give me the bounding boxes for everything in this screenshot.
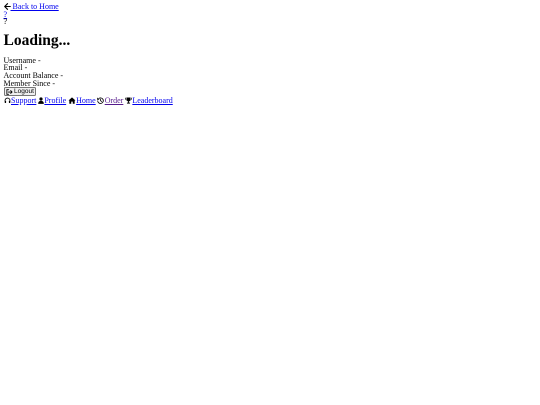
nav-item-home[interactable]: Home: [68, 97, 96, 105]
account-balance-value: -: [60, 71, 64, 81]
user-icon: [38, 97, 44, 105]
back-row: Back to Home: [3, 2, 540, 11]
logout-label: Logout: [14, 88, 34, 96]
headset-icon: [4, 97, 11, 104]
history-icon: [97, 97, 104, 105]
email-field: Email -: [4, 64, 540, 72]
nav-item-support-label: Support: [11, 96, 37, 106]
nav-item-home-label: Home: [76, 96, 96, 106]
logout-icon: [6, 89, 13, 95]
logout-button[interactable]: Logout: [3, 87, 37, 97]
back-to-home-label: Back to Home: [12, 2, 59, 11]
page-title: Loading...: [3, 32, 71, 50]
nav-item-leaderboard-label: Leaderboard: [132, 96, 173, 106]
avatar-fallback-text: ?: [3, 17, 8, 27]
trophy-icon: [125, 97, 132, 105]
profile-details: Username - Email - Account Balance - Mem…: [3, 55, 540, 88]
avatar: ?: [4, 10, 540, 19]
back-to-home-link[interactable]: Back to Home: [3, 2, 59, 11]
member-since-label: Member Since: [3, 78, 51, 88]
account-balance-field: Account Balance -: [4, 72, 540, 80]
nav-item-leaderboard[interactable]: Leaderboard: [125, 97, 173, 105]
nav-item-profile[interactable]: Profile: [38, 97, 66, 105]
avatar-fallback: ?: [4, 18, 540, 26]
bottom-nav: Support Profile Home Order Leaderboard: [4, 97, 540, 105]
username-field: Username -: [4, 55, 540, 65]
nav-item-order-label: Order: [104, 96, 124, 106]
nav-item-support[interactable]: Support: [4, 96, 37, 106]
member-since-value: -: [52, 78, 56, 88]
member-since-field: Member Since -: [3, 78, 540, 88]
nav-item-profile-label: Profile: [44, 96, 67, 106]
username-value: -: [37, 55, 41, 65]
nav-item-order[interactable]: Order: [97, 97, 123, 105]
home-icon: [68, 97, 76, 105]
profile-page: Back to Home ? ? Loading... Username - E…: [0, 0, 540, 405]
